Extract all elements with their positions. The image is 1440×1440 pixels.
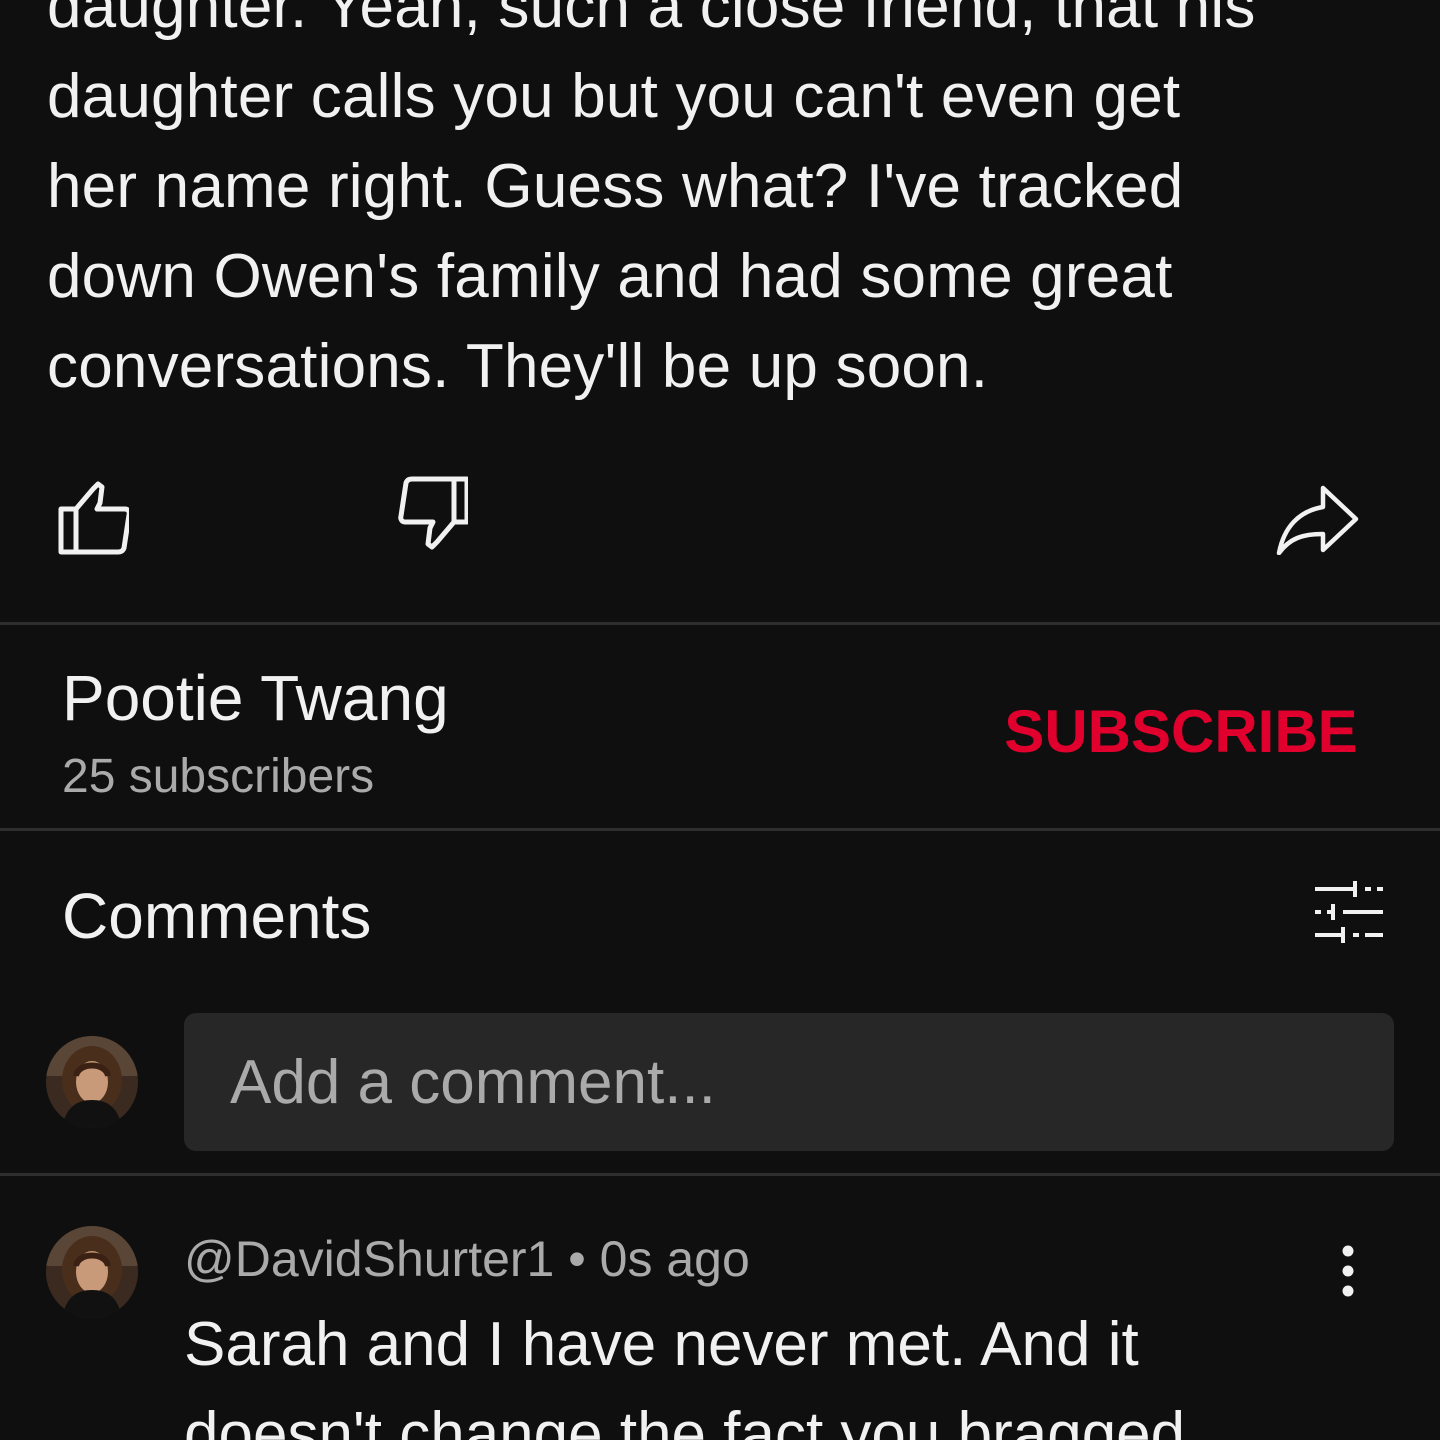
section-divider [0, 1173, 1440, 1176]
user-portrait-icon [46, 1226, 138, 1318]
subscriber-count: 25 subscribers [62, 750, 375, 803]
post-text-line: daughter. Yeah, such a close friend, tha… [47, 0, 1256, 41]
share-arrow-icon [1276, 485, 1359, 555]
thumbs-up-icon [58, 481, 129, 555]
post-action-bar [0, 470, 1440, 560]
user-portrait-icon [46, 1036, 138, 1128]
post-text: daughter. Yeah, such a close friend, tha… [47, 0, 1407, 412]
add-comment-input[interactable] [184, 1013, 1394, 1151]
section-divider [0, 828, 1440, 831]
post-text-line: down Owen's family and had some great [47, 242, 1173, 311]
meta-separator: • [554, 1231, 600, 1287]
comment-text-line: Sarah and I have never met. And it [184, 1310, 1139, 1379]
comment-time: 0s ago [599, 1231, 750, 1287]
comment-author[interactable]: @DavidShurter1 [184, 1231, 554, 1287]
like-button[interactable] [44, 470, 134, 560]
comment-meta: @DavidShurter1 • 0s ago [184, 1228, 750, 1290]
post-text-line: her name right. Guess what? I've tracked [47, 152, 1184, 221]
sort-comments-button[interactable] [1304, 870, 1394, 954]
post-text-line: conversations. They'll be up soon. [47, 332, 989, 401]
comment-text: Sarah and I have never met. And it doesn… [184, 1300, 1324, 1440]
subscribe-button[interactable]: SUBSCRIBE [1000, 690, 1362, 774]
avatar[interactable] [46, 1036, 138, 1128]
section-divider [0, 622, 1440, 625]
comment-avatar[interactable] [46, 1226, 138, 1318]
channel-name[interactable]: Pootie Twang [62, 660, 449, 736]
share-button[interactable] [1272, 470, 1362, 560]
comment-text-line: doesn't change the fact you bragged [184, 1400, 1186, 1440]
post-text-line: daughter calls you but you can't even ge… [47, 62, 1181, 131]
sliders-icon [1315, 881, 1383, 943]
comments-title: Comments [62, 880, 372, 952]
thumbs-down-icon [398, 476, 468, 550]
dislike-button[interactable] [383, 470, 473, 560]
post-detail-page: daughter. Yeah, such a close friend, tha… [0, 0, 1440, 1440]
more-vertical-icon [1342, 1245, 1354, 1297]
comment-more-button[interactable] [1318, 1236, 1378, 1306]
